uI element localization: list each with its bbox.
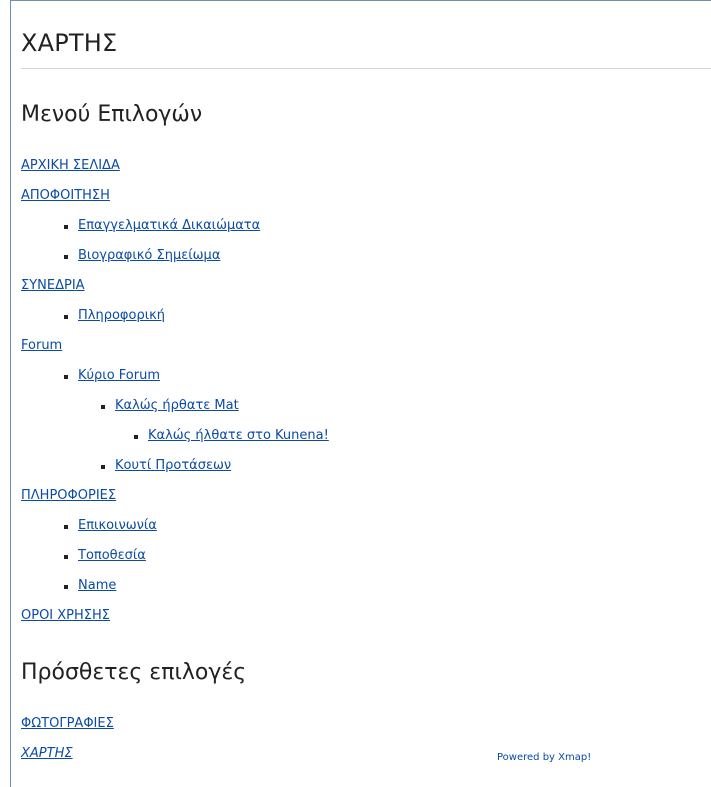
bullet-icon: [101, 465, 105, 469]
menu-link-home[interactable]: ΑΡΧΙΚΗ ΣΕΛΙΔΑ: [21, 158, 120, 174]
bullet-icon: [64, 585, 68, 589]
menu-link-informatics[interactable]: Πληροφορική: [78, 308, 165, 324]
title-divider: [21, 68, 711, 69]
menu-link-graduation[interactable]: ΑΠΟΦΟΙΤΗΣΗ: [21, 188, 110, 204]
menu-link-contact[interactable]: Επικοινωνία: [78, 518, 157, 534]
menu-link-name[interactable]: Name: [78, 578, 116, 594]
bullet-icon: [64, 375, 68, 379]
menu-link-conferences[interactable]: ΣΥΝΕΔΡΙΑ: [21, 278, 85, 294]
bullet-icon: [64, 225, 68, 229]
bullet-icon: [64, 255, 68, 259]
menu-link-forum[interactable]: Forum: [21, 338, 62, 354]
extra-heading: Πρόσθετες επιλογές: [21, 660, 247, 685]
bullet-icon: [64, 525, 68, 529]
menu-link-location[interactable]: Τοποθεσία: [78, 548, 146, 564]
extra-link-map[interactable]: ΧΑΡΤΗΣ: [21, 746, 73, 762]
extra-link-photos[interactable]: ΦΩΤΟΓΡΑΦΙΕΣ: [21, 716, 114, 732]
powered-by-link[interactable]: Powered by Xmap!: [497, 752, 591, 763]
bullet-icon: [64, 315, 68, 319]
menu-link-terms[interactable]: ΟΡΟΙ ΧΡΗΣΗΣ: [21, 608, 110, 624]
menu-link-main-forum[interactable]: Κύριο Forum: [78, 368, 160, 384]
menu-link-information[interactable]: ΠΛΗΡΟΦΟΡΙΕΣ: [21, 488, 116, 504]
menu-heading: Μενού Επιλογών: [21, 102, 203, 127]
menu-link-professional-rights[interactable]: Επαγγελματικά Δικαιώματα: [78, 218, 260, 234]
menu-link-cv[interactable]: Βιογραφικό Σημείωμα: [78, 248, 220, 264]
bullet-icon: [134, 435, 138, 439]
bullet-icon: [64, 555, 68, 559]
menu-link-suggestion-box[interactable]: Κουτί Προτάσεων: [115, 458, 231, 474]
menu-link-welcome-kunena[interactable]: Καλώς ήλθατε στο Kunena!: [148, 428, 329, 444]
bullet-icon: [101, 405, 105, 409]
page-title: ΧΑΡΤΗΣ: [21, 29, 118, 57]
menu-link-welcome-mat[interactable]: Καλώς ήρθατε Mat: [115, 398, 239, 414]
